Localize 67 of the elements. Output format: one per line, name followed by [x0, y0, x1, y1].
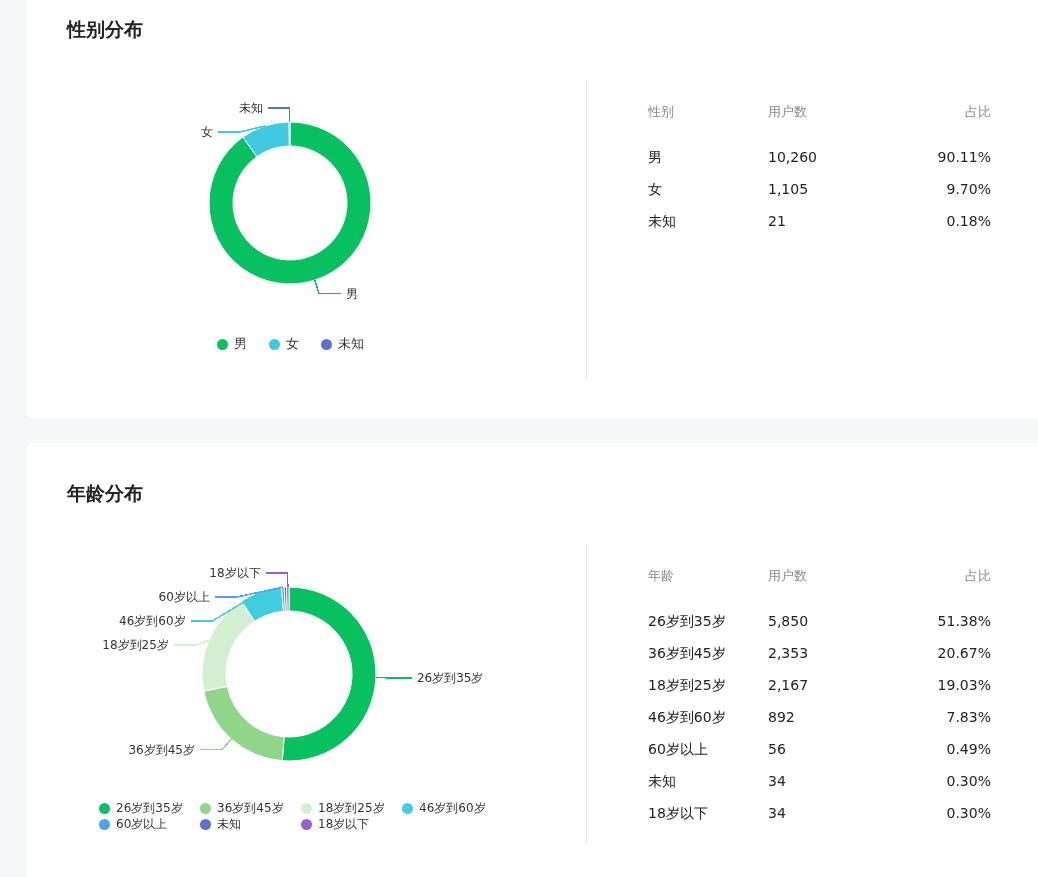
- table-cell-text: 2,167: [768, 676, 809, 695]
- slice-label: 18岁到25岁: [102, 638, 169, 652]
- legend-item[interactable]: 26岁到35岁: [99, 800, 183, 816]
- legend-item[interactable]: 36岁到45岁: [200, 800, 284, 816]
- legend-item[interactable]: 男: [216, 336, 247, 352]
- slice-label: 18岁以下: [209, 566, 261, 580]
- legend-label: 36岁到45岁: [217, 800, 284, 816]
- slice-label: 26岁到35岁: [416, 670, 484, 685]
- slice-label: 女: [200, 125, 213, 139]
- column-header: 性别: [648, 103, 674, 121]
- legend-label: 60岁以上: [116, 816, 168, 832]
- legend-item[interactable]: 18岁以下: [301, 816, 370, 832]
- table-cell-text: 0.30%: [946, 804, 991, 823]
- legend-label: 未知: [337, 336, 364, 352]
- slice-label: 60岁以上: [158, 590, 210, 604]
- slice-label: 46岁到60岁: [119, 614, 186, 628]
- column-header: 用户数: [768, 103, 807, 121]
- legend-label: 未知: [217, 816, 241, 832]
- section-title: 年龄分布: [67, 482, 143, 504]
- table-cell-text: 20.67%: [937, 644, 991, 663]
- table-cell-text: 5,850: [768, 612, 809, 631]
- slice-label: 男: [346, 286, 358, 301]
- table-cell-text: 女: [648, 180, 662, 199]
- legend-item[interactable]: 女: [268, 336, 299, 352]
- table-cell-text: 21: [768, 212, 786, 231]
- table-cell-text: 26岁到35岁: [648, 612, 726, 631]
- table-cell-text: 1,105: [768, 180, 809, 199]
- legend-item[interactable]: 18岁到25岁: [301, 800, 385, 816]
- legend-label: 女: [285, 336, 299, 352]
- slice-label: 未知: [238, 101, 263, 115]
- legend-item[interactable]: 未知: [200, 816, 241, 832]
- table-cell-text: 46岁到60岁: [648, 708, 726, 727]
- legend-label: 46岁到60岁: [419, 800, 486, 816]
- table-cell-text: 34: [768, 804, 786, 823]
- table-cell-text: 18岁以下: [648, 804, 708, 823]
- section-title: 性别分布: [67, 18, 143, 40]
- table-cell-text: 892: [768, 708, 795, 727]
- legend-label: 18岁到25岁: [318, 800, 385, 816]
- table-cell-text: 90.11%: [937, 148, 991, 167]
- legend-item[interactable]: 60岁以上: [99, 816, 168, 832]
- legend-item[interactable]: 未知: [320, 336, 364, 352]
- column-header: 占比: [965, 103, 991, 121]
- table-cell-text: 0.49%: [946, 740, 991, 759]
- table-cell-text: 未知: [648, 772, 676, 791]
- table-cell-text: 34: [768, 772, 786, 791]
- table-cell-text: 51.38%: [937, 612, 991, 631]
- table-cell-text: 7.83%: [946, 708, 991, 727]
- table-cell-text: 0.30%: [946, 772, 991, 791]
- table-cell-text: 2,353: [768, 644, 809, 663]
- table-cell-text: 60岁以上: [648, 740, 708, 759]
- legend-label: 18岁以下: [318, 816, 370, 832]
- table-cell-text: 18岁到25岁: [648, 676, 726, 695]
- table-cell-text: 36岁到45岁: [648, 644, 726, 663]
- table-cell-text: 19.03%: [937, 676, 991, 695]
- table-cell-text: 0.18%: [946, 212, 991, 231]
- legend-label: 26岁到35岁: [116, 800, 183, 816]
- column-header: 用户数: [768, 567, 807, 585]
- legend-item[interactable]: 46岁到60岁: [402, 800, 486, 816]
- column-header: 占比: [965, 567, 991, 585]
- column-header: 年龄: [648, 567, 674, 585]
- legend-label: 男: [233, 336, 247, 352]
- table-cell-text: 9.70%: [946, 180, 991, 199]
- table-cell-text: 未知: [648, 212, 676, 231]
- table-cell-text: 男: [648, 148, 662, 167]
- table-cell-text: 56: [768, 740, 786, 759]
- table-cell-text: 10,260: [768, 148, 817, 167]
- slice-label: 36岁到45岁: [128, 742, 195, 757]
